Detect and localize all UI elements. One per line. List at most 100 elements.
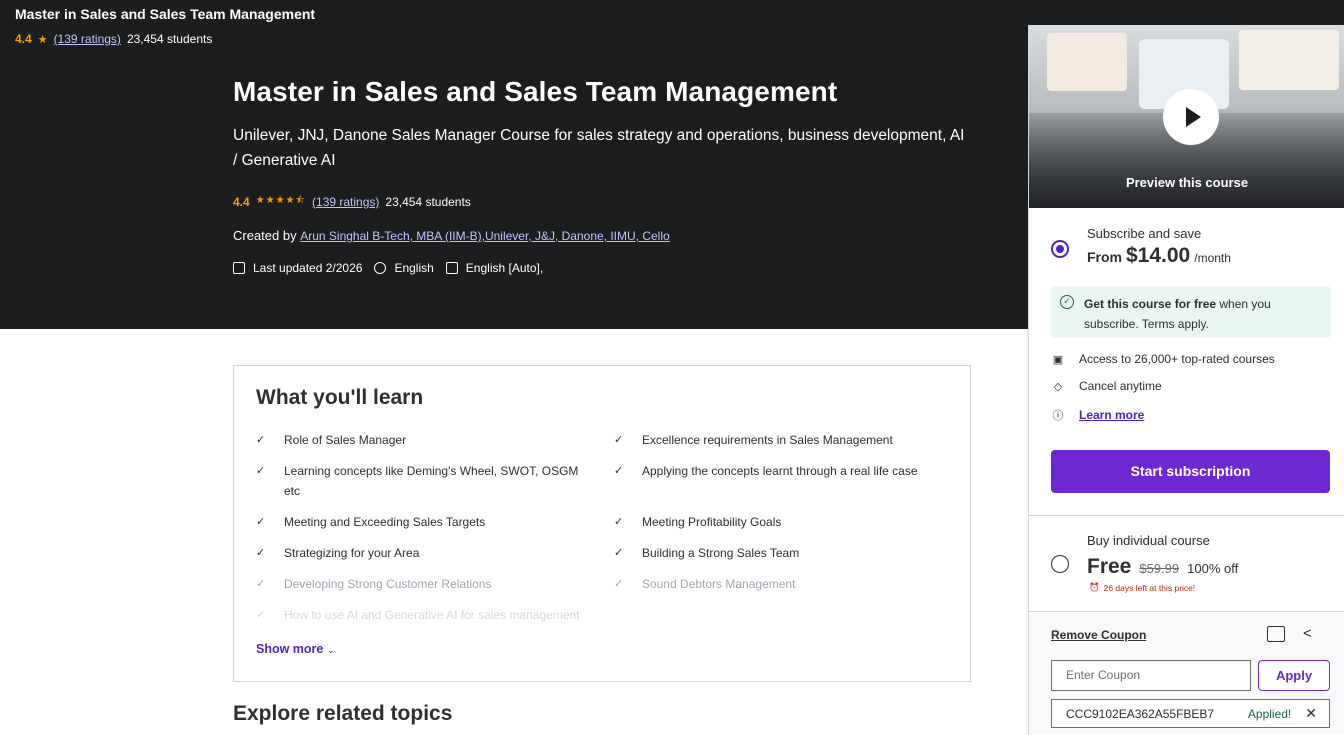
list-item: ✓ How to use AI and Generative AI for sal… [256, 605, 586, 625]
list-item: ✓ Excellence requirements in Sales Manage… [614, 430, 944, 450]
list-item: ✓ Sound Debtors Management [614, 574, 944, 594]
course-hero: Master in Sales and Sales Team Managemen… [233, 74, 973, 275]
check-icon: ✓ [614, 434, 624, 446]
list-item: ✓ Role of Sales Manager [256, 430, 586, 450]
list-item: ✓ Meeting and Exceeding Sales Targets [256, 512, 586, 532]
globe-icon [374, 262, 387, 274]
feature-row: ◇ Cancel anytime [1051, 379, 1162, 393]
check-icon: ✓ [256, 434, 266, 446]
coupon-applied-status: Applied! [1247, 706, 1292, 721]
preview-image-decor [1047, 33, 1127, 91]
check-icon: ✓ [614, 547, 624, 559]
coupon-area: Remove Coupon < Enter Coupon Apply CCC91… [1029, 611, 1344, 735]
list-item: ✓ Applying the concepts learnt through a … [614, 461, 944, 481]
list-item: ✓ Strategizing for your Area [256, 543, 586, 563]
check-icon: ✓ [614, 516, 624, 528]
learn-column-left: ✓ Role of Sales Manager ✓ Learning concept… [256, 430, 586, 636]
list-item-text: Applying the concepts learnt through a r… [642, 464, 918, 478]
feature-row: ▣ Access to 26,000+ top-rated courses [1051, 352, 1275, 366]
rating-value: 4.4 [233, 194, 250, 209]
info-icon: ⓘ [1052, 410, 1064, 422]
list-item-text: Meeting and Exceeding Sales Targets [284, 515, 486, 529]
sticky-course-title: Master in Sales and Sales Team Managemen… [15, 6, 316, 22]
learn-more-link[interactable]: Learn more [1079, 408, 1144, 422]
tag-icon: ◇ [1053, 380, 1063, 393]
play-icon[interactable] [1163, 89, 1219, 145]
check-circle-icon: ✓ [1060, 295, 1074, 309]
course-meta-row: Last updated 2/2026 English English [Aut… [233, 261, 973, 275]
coupon-input[interactable]: Enter Coupon [1051, 660, 1251, 691]
divider [1029, 515, 1344, 516]
list-item-text: Developing Strong Customer Relations [284, 577, 492, 591]
alarm-clock-icon: ⏰ [1089, 582, 1100, 592]
preview-label: Preview this course [1125, 175, 1249, 190]
subscribe-amount: $14.00 [1126, 244, 1191, 267]
course-preview-video[interactable]: Preview this course [1029, 25, 1344, 208]
subscribe-price: From $14.00 /month [1087, 244, 1231, 268]
free-with-subscription-text: Get this course for free when you subscr… [1084, 294, 1324, 334]
check-icon: ✓ [256, 547, 266, 559]
feature-row: ⓘ Learn more [1051, 407, 1145, 423]
list-item-text: How to use AI and Generative AI for sale… [284, 608, 580, 622]
explore-topics-heading: Explore related topics [233, 702, 453, 725]
start-subscription-button[interactable]: Start subscription [1051, 450, 1330, 493]
share-icon[interactable]: < [1303, 625, 1312, 642]
apply-coupon-button[interactable]: Apply [1258, 660, 1330, 691]
list-item: ✓ Developing Strong Customer Relations [256, 574, 586, 594]
ratings-link[interactable]: (139 ratings) [312, 195, 379, 209]
page-title: Master in Sales and Sales Team Managemen… [233, 76, 838, 107]
created-by-row: Created by Arun Singhal B-Tech, MBA (IIM… [233, 228, 973, 243]
instructor-link[interactable]: Arun Singhal B-Tech, MBA (IIM-B),Unileve… [300, 229, 669, 243]
sticky-students-count: 23,454 students [126, 32, 213, 46]
buy-course-price: Free $59.99 100% off [1087, 555, 1238, 579]
feature-text: Cancel anytime [1079, 379, 1162, 393]
created-by-label: Created by [233, 228, 297, 243]
preview-image-decor [1239, 30, 1339, 90]
remove-coupon-link[interactable]: Remove Coupon [1051, 628, 1146, 642]
current-price: Free [1087, 555, 1132, 578]
learn-heading: What you'll learn [256, 386, 424, 409]
check-icon: ✓ [256, 516, 266, 528]
star-icon: ★ [37, 33, 48, 46]
list-item: ✓ Meeting Profitability Goals [614, 512, 944, 532]
what-you-learn-box: What you'll learn ✓ Role of Sales Manager… [233, 365, 971, 682]
course-subtitle: Unilever, JNJ, Danone Sales Manager Cour… [233, 127, 965, 169]
rating-row: 4.4 ★★★★⯪ (139 ratings) 23,454 students [233, 193, 973, 210]
close-icon[interactable]: ✕ [1305, 705, 1317, 722]
sticky-rating-value: 4.4 [15, 32, 32, 46]
check-icon: ✓ [614, 578, 624, 590]
check-icon: ✓ [256, 609, 266, 621]
purchase-sidebar: Preview this course Subscribe and save F… [1028, 25, 1344, 735]
list-item: ✓ Learning concepts like Deming's Wheel, … [256, 461, 586, 501]
check-icon: ✓ [256, 465, 266, 477]
price-period: /month [1194, 251, 1231, 265]
days-left-text: 26 days left at this price! [1103, 582, 1196, 593]
list-item: ✓ Building a Strong Sales Team [614, 543, 944, 563]
free-bold-text: Get this course for free [1084, 297, 1217, 311]
sticky-ratings-link[interactable]: (139 ratings) [54, 32, 121, 46]
gift-icon[interactable] [1267, 626, 1285, 642]
list-item-text: Learning concepts like Deming's Wheel, S… [284, 464, 579, 498]
learn-column-right: ✓ Excellence requirements in Sales Manage… [614, 430, 944, 605]
buy-course-title: Buy individual course [1087, 533, 1210, 548]
price-from-label: From [1087, 249, 1122, 265]
language: English [394, 261, 434, 275]
buy-course-radio[interactable] [1051, 555, 1069, 573]
divider [1029, 611, 1344, 612]
applied-coupon-row: CCC9102EA362A55FBEB7 Applied! ✕ [1051, 699, 1330, 728]
days-left-notice: ⏰ 26 days left at this price! [1089, 582, 1195, 593]
check-icon: ✓ [614, 465, 624, 477]
show-more-label: Show more [256, 642, 324, 656]
show-more-button[interactable]: Show more ⌄ [256, 642, 334, 656]
feature-text: Access to 26,000+ top-rated courses [1079, 352, 1275, 366]
subscribe-title: Subscribe and save [1087, 226, 1202, 241]
free-with-subscription-box: ✓ Get this course for free when you subs… [1051, 286, 1331, 338]
list-item-text: Building a Strong Sales Team [642, 546, 800, 560]
students-count: 23,454 students [385, 194, 471, 209]
subscribe-radio[interactable] [1051, 240, 1069, 258]
list-item-text: Meeting Profitability Goals [642, 515, 782, 529]
calendar-icon [233, 262, 245, 274]
chevron-down-icon: ⌄ [326, 645, 335, 655]
coupon-code: CCC9102EA362A55FBEB7 [1066, 706, 1215, 721]
discount-percent: 100% off [1187, 561, 1239, 576]
